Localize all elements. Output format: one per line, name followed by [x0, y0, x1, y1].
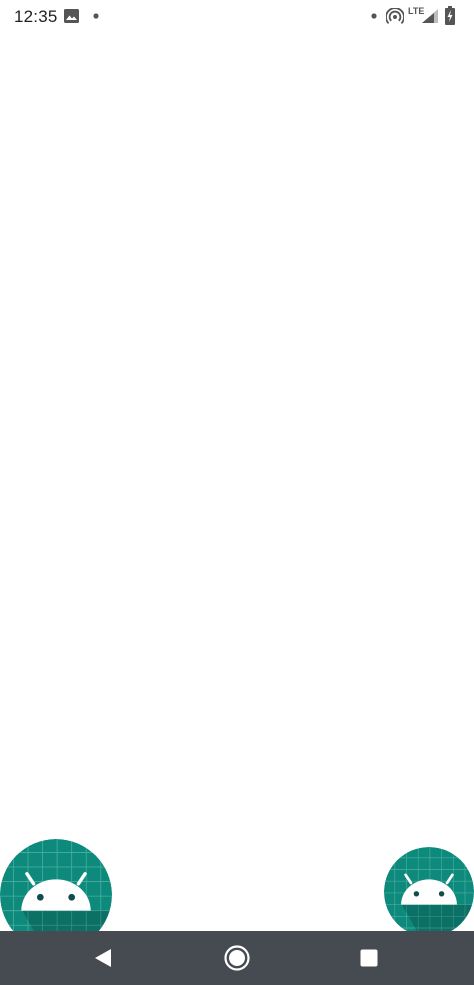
notification-dot-icon — [93, 13, 99, 19]
main-content — [0, 34, 474, 931]
home-icon — [224, 945, 250, 971]
recents-button[interactable] — [339, 931, 399, 985]
android-app-icon[interactable] — [384, 847, 474, 937]
notification-dot-icon — [371, 13, 377, 19]
back-button[interactable] — [73, 931, 133, 985]
home-button[interactable] — [207, 931, 267, 985]
status-time: 12:35 — [14, 7, 58, 26]
screen: 12:35 LTE — [0, 0, 474, 985]
hotspot-icon — [386, 8, 404, 25]
gallery-icon — [64, 9, 79, 23]
android-icon — [384, 847, 474, 937]
recents-icon — [360, 949, 378, 967]
status-bar: 12:35 LTE — [0, 0, 474, 34]
battery-charging-icon — [445, 6, 455, 25]
signal-icon — [422, 9, 438, 23]
back-icon — [95, 949, 111, 967]
navigation-bar — [0, 931, 474, 985]
